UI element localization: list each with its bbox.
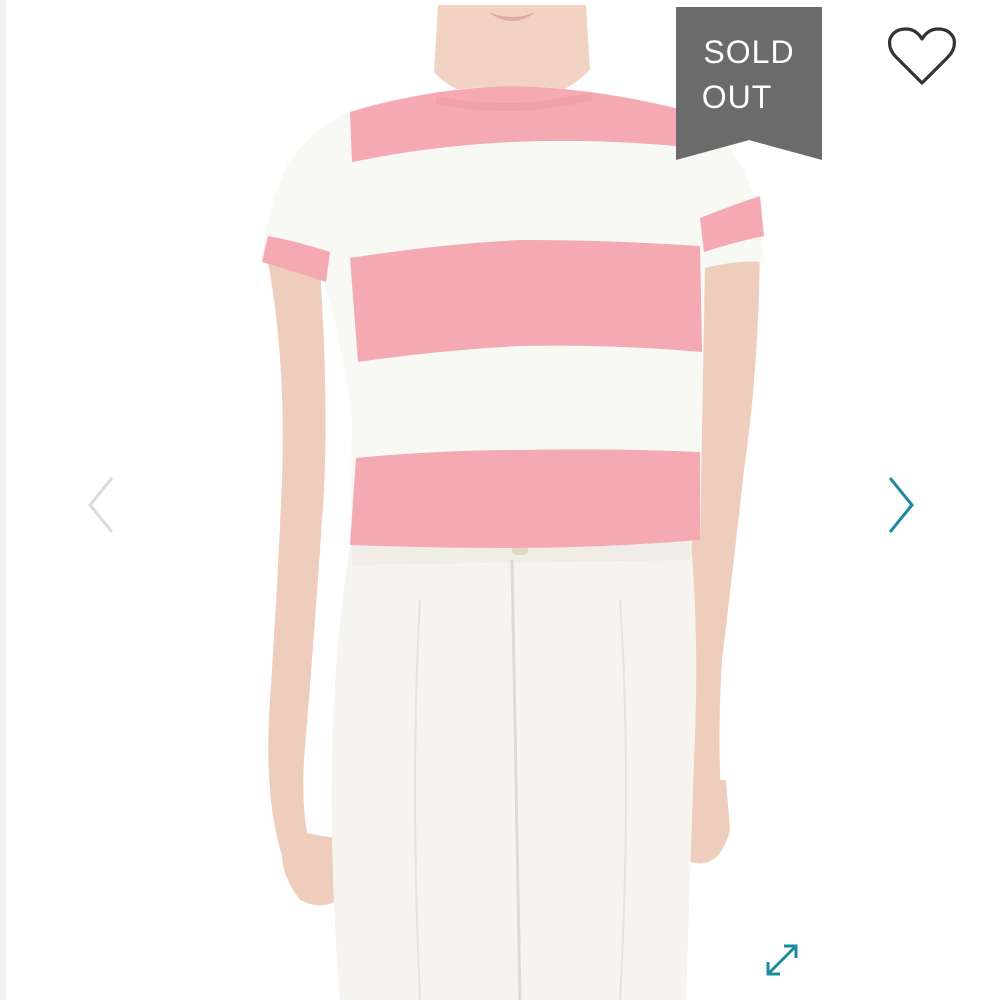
heart-outline-icon[interactable] xyxy=(886,25,958,89)
badge-line-2: OUT xyxy=(701,79,773,115)
model-left-arm xyxy=(268,262,326,880)
product-photo xyxy=(0,0,1000,1000)
shirt-stripe-3 xyxy=(350,449,700,548)
photo-edge xyxy=(0,0,6,1000)
chevron-left-icon[interactable] xyxy=(80,470,120,540)
expand-arrows-icon[interactable] xyxy=(760,938,804,982)
badge-line-1: SOLD xyxy=(703,34,795,70)
sold-out-badge: SOLD OUT xyxy=(676,7,822,160)
chevron-right-icon[interactable] xyxy=(880,470,920,540)
model-illustration xyxy=(262,5,764,1000)
shirt-stripe-2 xyxy=(350,240,702,362)
